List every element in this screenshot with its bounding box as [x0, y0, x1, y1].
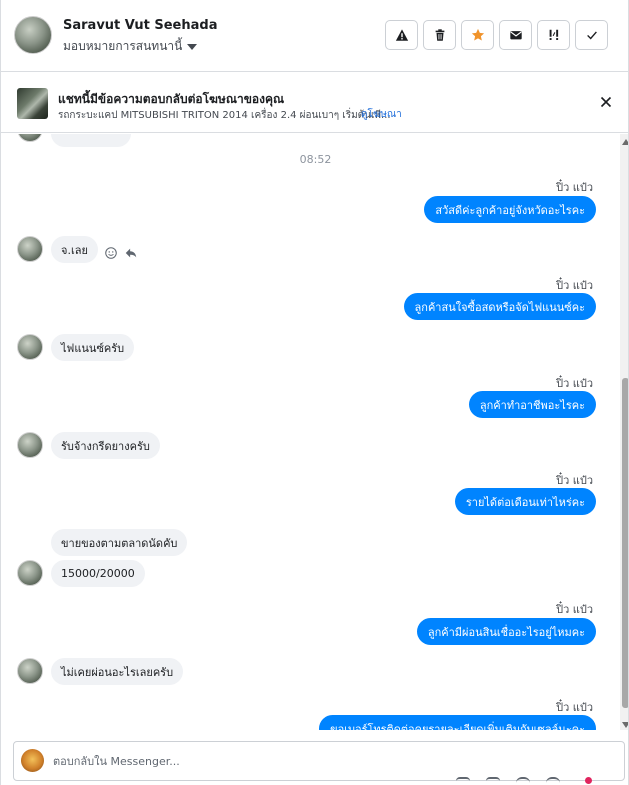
notification-dot — [585, 777, 592, 784]
mark-unread-button[interactable] — [499, 20, 532, 50]
message-bubble-incoming — [51, 134, 131, 147]
contact-avatar-small — [17, 560, 43, 586]
view-ad-link[interactable]: ดูโฆษณา — [361, 107, 402, 122]
message-bubble-outgoing[interactable]: รายได้ต่อเดือนเท่าไหร่คะ — [454, 488, 596, 515]
message-bubble-incoming[interactable]: ไฟแนนซ์ครับ — [51, 334, 135, 361]
sender-name: ปิ๋ว แป๋ว — [556, 279, 593, 292]
composer-tool-icon[interactable] — [516, 777, 530, 785]
message-bubble-outgoing[interactable]: ลูกค้าทำอาชีพอะไรคะ — [468, 391, 596, 418]
reply-input[interactable] — [53, 752, 553, 770]
contact-avatar[interactable] — [14, 16, 52, 54]
message-timestamp: 08:52 — [299, 153, 332, 166]
page-avatar — [21, 749, 44, 772]
mark-done-button[interactable] — [575, 20, 608, 50]
contact-avatar-small — [17, 658, 43, 684]
report-spam-button[interactable] — [385, 20, 418, 50]
sender-name: ปิ๋ว แป๋ว — [556, 701, 593, 714]
sender-name: ปิ๋ว แป๋ว — [556, 181, 593, 194]
message-bubble-incoming[interactable]: 15000/20000 — [51, 560, 145, 587]
contact-avatar-small — [17, 134, 43, 142]
message-bubble-outgoing[interactable]: ขอเบอร์โทรติดต่อคุยรายละเอียดเพิ่มเติมกั… — [319, 715, 596, 730]
exclamation-icon — [549, 29, 558, 40]
composer-toolbar — [456, 777, 560, 785]
conversation-panel: Saravut Vut Seehada มอบหมายการสนทนานี้ แ… — [0, 0, 629, 785]
sender-name: ปิ๋ว แป๋ว — [556, 474, 593, 487]
message-bubble-incoming[interactable]: จ.เลย — [51, 236, 98, 263]
contact-avatar-small — [17, 236, 43, 262]
star-button[interactable] — [461, 20, 494, 50]
message-bubble-incoming[interactable]: รับจ้างกรีดยางครับ — [51, 432, 160, 459]
sender-name: ปิ๋ว แป๋ว — [556, 603, 593, 616]
contact-avatar-small — [17, 432, 43, 458]
delete-button[interactable] — [423, 20, 456, 50]
message-bubble-incoming[interactable]: ขายของตามตลาดนัดคับ — [51, 529, 188, 556]
ad-banner-subtitle: รถกระบะแคป MITSUBISHI TRITON 2014 เครื่อ… — [58, 110, 391, 121]
message-bubble-outgoing[interactable]: ลูกค้ามีผ่อนสินเชื่ออะไรอยู่ไหมคะ — [416, 618, 596, 645]
scroll-down-arrow-icon[interactable] — [622, 722, 628, 728]
close-icon — [600, 96, 612, 108]
composer-tool-icon[interactable] — [546, 777, 560, 785]
envelope-icon — [509, 31, 522, 40]
assign-conversation-dropdown[interactable]: มอบหมายการสนทนานี้ — [63, 37, 198, 56]
composer-tool-icon[interactable] — [486, 777, 500, 785]
contact-avatar-small — [17, 334, 43, 360]
composer-tool-icon[interactable] — [456, 777, 470, 785]
warning-icon — [395, 29, 408, 41]
message-bubble-outgoing[interactable]: ลูกค้าสนใจซื้อสดหรือจัดไฟแนนซ์คะ — [403, 293, 596, 320]
message-list: 08:52 ปิ๋ว แป๋ว สวัสดีค่ะลูกค้าอยู่จังหว… — [1, 134, 620, 730]
ad-banner-title: แชทนี้มีข้อความตอบกลับต่อโฆษณาของคุณ — [58, 92, 285, 106]
star-icon — [471, 28, 484, 41]
message-actions — [104, 246, 138, 260]
reply-icon[interactable] — [124, 246, 138, 260]
follow-up-button[interactable] — [537, 20, 570, 50]
scrollbar-thumb[interactable] — [622, 378, 628, 708]
check-icon — [586, 31, 597, 40]
sender-name: ปิ๋ว แป๋ว — [556, 377, 593, 390]
trash-icon — [435, 29, 444, 41]
scroll-up-arrow-icon[interactable] — [622, 139, 628, 145]
header-toolbar — [385, 20, 608, 50]
close-banner-button[interactable] — [597, 93, 615, 111]
assign-label: มอบหมายการสนทนานี้ — [63, 39, 183, 53]
message-bubble-outgoing[interactable]: สวัสดีค่ะลูกค้าอยู่จังหวัดอะไรคะ — [424, 196, 596, 223]
caret-down-icon — [187, 43, 198, 50]
ad-thumbnail[interactable] — [17, 88, 48, 119]
message-bubble-incoming[interactable]: ไม่เคยผ่อนอะไรเลยครับ — [51, 658, 184, 685]
contact-name[interactable]: Saravut Vut Seehada — [63, 18, 217, 33]
emoji-react-icon[interactable] — [104, 246, 118, 260]
